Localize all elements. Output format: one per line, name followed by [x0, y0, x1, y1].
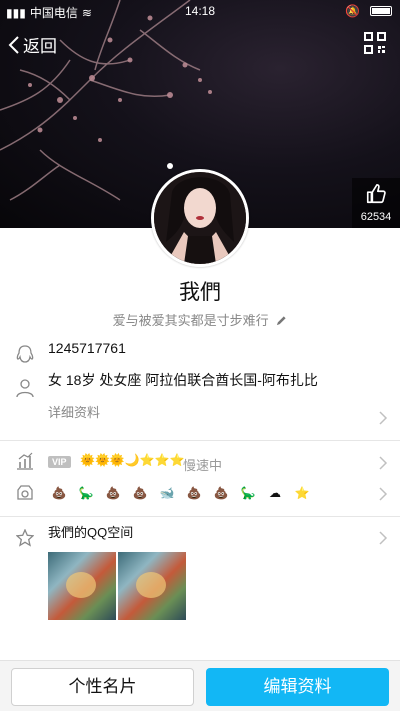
medal-icon: [17, 485, 33, 500]
qzone-photo[interactable]: [118, 552, 186, 620]
badge-icon: ☁: [269, 486, 281, 500]
badge-icon: 💩: [105, 486, 121, 500]
avatar[interactable]: [151, 169, 249, 267]
badge-icon: 🦕: [78, 486, 94, 500]
badge-icon: 💩: [186, 486, 202, 500]
chevron-right-icon: [379, 456, 388, 470]
signature[interactable]: 爱与被爱其实都是寸步难行: [0, 310, 400, 329]
chevron-right-icon: [379, 411, 388, 425]
badge-icon: 💩: [213, 486, 229, 500]
back-button[interactable]: 返回: [8, 32, 57, 57]
thumbs-up-icon: [366, 184, 386, 204]
qq-penguin-icon: [16, 345, 34, 363]
badge-icon: 🦕: [240, 486, 256, 500]
detail-link[interactable]: 详细资料: [48, 402, 100, 421]
chevron-right-icon: [379, 487, 388, 501]
badge-list[interactable]: 💩 🦕 💩 💩 🐋 💩 💩 🦕 ☁ ⭐: [48, 482, 313, 504]
back-label: 返回: [23, 37, 57, 56]
edit-profile-button[interactable]: 编辑资料: [206, 668, 389, 706]
vip-tag[interactable]: VIP: [48, 456, 71, 468]
like-count: 62534: [360, 211, 392, 223]
qq-number: 1245717761: [48, 340, 126, 356]
edit-pencil-icon: [277, 316, 286, 326]
bell-off-icon: 🔕: [345, 4, 360, 18]
qzone-photos[interactable]: [48, 552, 186, 620]
status-right: 🔕: [345, 4, 392, 18]
chevron-right-icon: [379, 531, 388, 545]
like-button[interactable]: 62534: [352, 178, 400, 228]
badge-icon: 💩: [51, 486, 67, 500]
personal-card-button[interactable]: 个性名片: [11, 668, 194, 706]
chevron-left-icon: [8, 35, 19, 54]
star-outline-icon: [16, 529, 34, 547]
nickname: 我們: [179, 281, 221, 304]
qr-code-icon: [364, 32, 386, 54]
avatar-photo: [154, 172, 246, 264]
badge-icon: 🐋: [159, 486, 175, 500]
level-icons: 🌞🌞🌞🌙⭐⭐⭐: [80, 453, 185, 467]
badge-icon: ⭐: [294, 486, 310, 500]
signature-text: 爱与被爱其实都是寸步难行: [112, 313, 269, 328]
section-divider: [0, 516, 400, 517]
person-icon: [16, 379, 34, 398]
level-chart-icon: [17, 452, 33, 470]
qr-code-button[interactable]: [364, 32, 386, 59]
status-time: 14:18: [184, 4, 216, 18]
battery-icon: [370, 6, 392, 16]
qzone-title[interactable]: 我們的QQ空间: [48, 522, 133, 541]
badge-icon: 💩: [132, 486, 148, 500]
basic-info: 女 18岁 处女座 阿拉伯联合酋长国-阿布扎比: [48, 372, 318, 388]
status-bar: ▮▮▮ 中国电信 ≋ 14:18 🔕: [0, 0, 400, 22]
qzone-photo[interactable]: [48, 552, 116, 620]
bottom-action-bar: 个性名片 编辑资料: [0, 660, 400, 711]
speed-status: 慢速中: [183, 458, 223, 473]
section-divider: [0, 440, 400, 441]
